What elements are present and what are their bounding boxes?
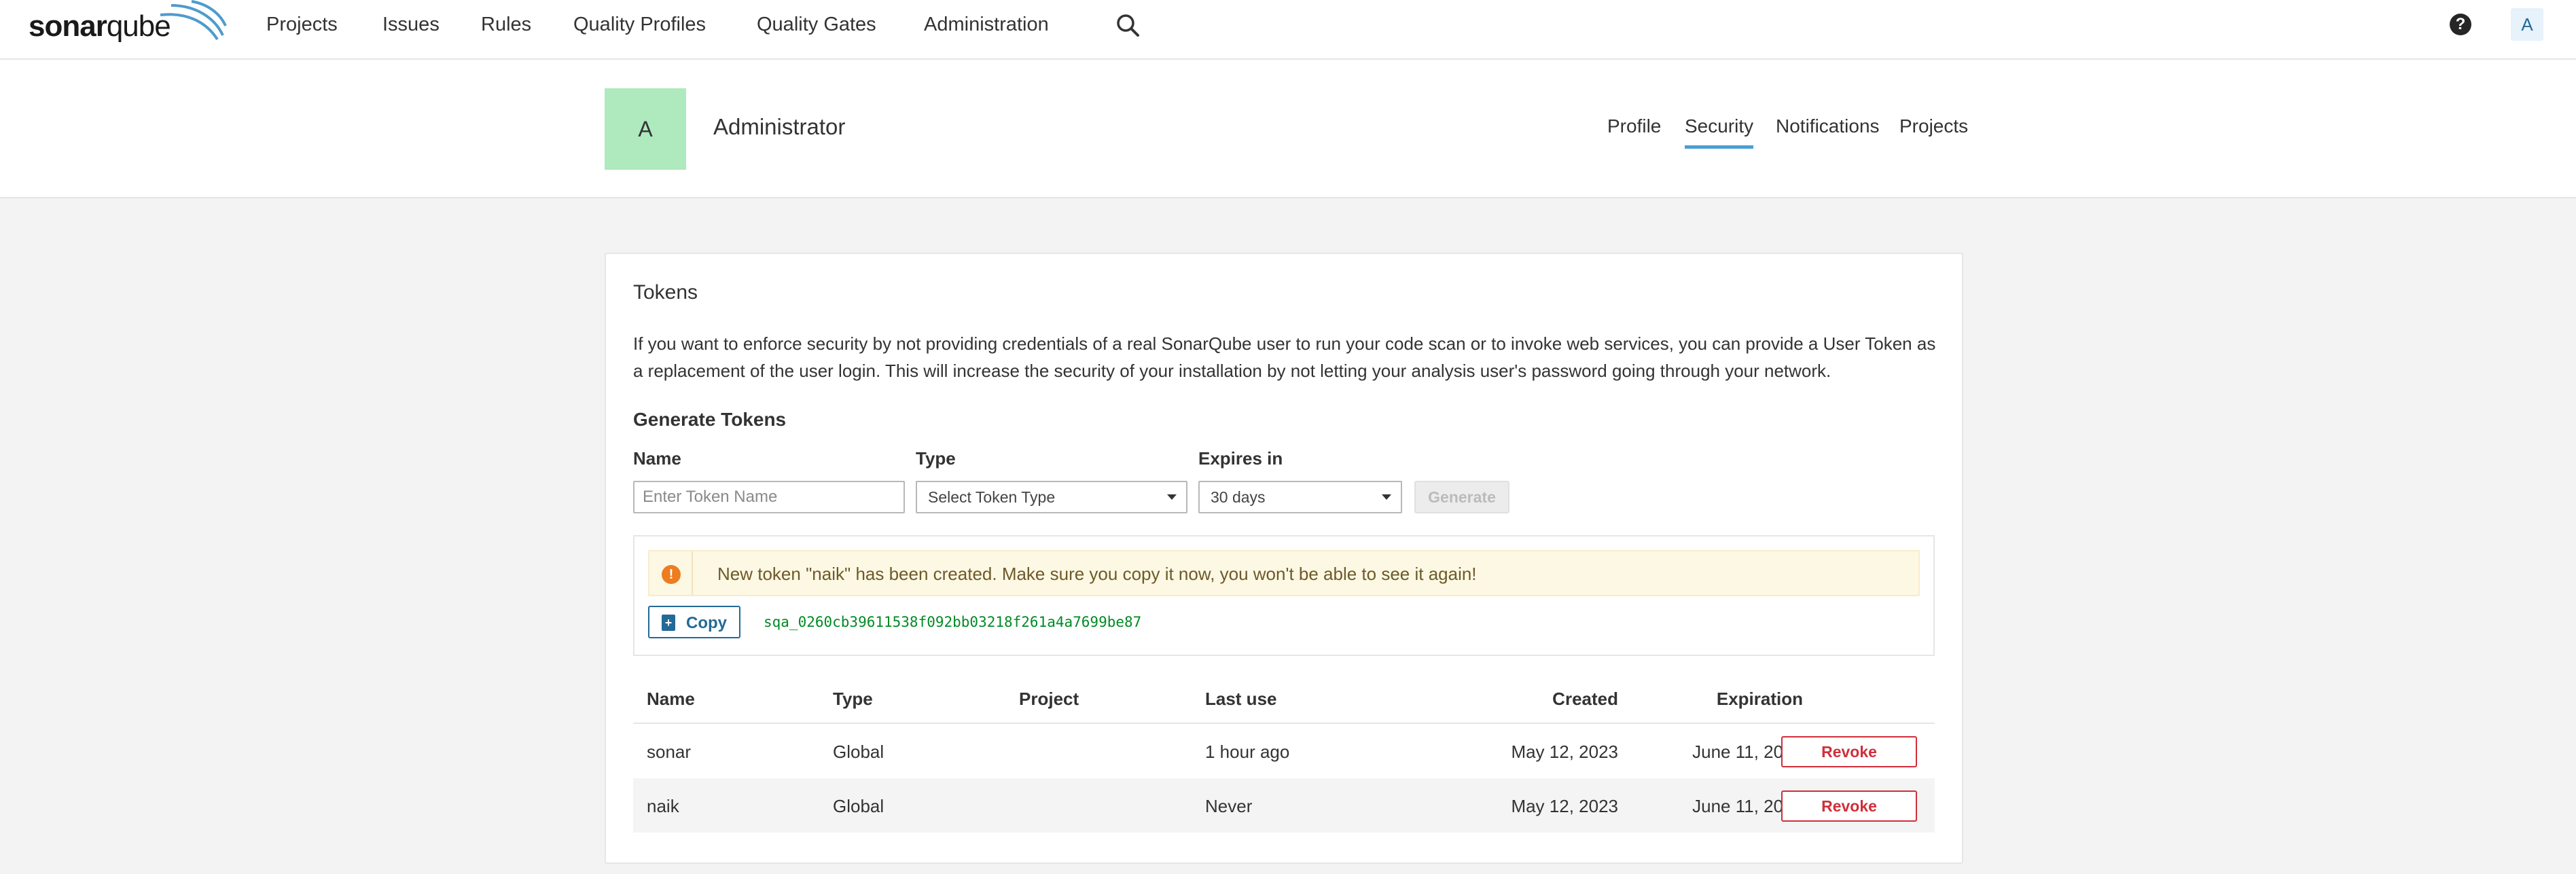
table-row: sonar Global 1 hour ago May 12, 2023 Jun… [633, 724, 1935, 778]
table-row: naik Global Never May 12, 2023 June 11, … [633, 778, 1935, 833]
copy-button[interactable]: + Copy [648, 606, 740, 638]
revoke-button[interactable]: Revoke [1781, 790, 1917, 822]
new-token-box: ! New token "naik" has been created. Mak… [633, 535, 1935, 656]
generate-tokens-title: Generate Tokens [633, 409, 787, 430]
column-header-project: Project [1019, 689, 1079, 709]
nav-projects[interactable]: Projects [266, 11, 338, 38]
tab-projects[interactable]: Projects [1899, 115, 1968, 145]
token-type-value: Select Token Type [928, 488, 1056, 506]
nav-issues[interactable]: Issues [382, 11, 440, 38]
token-expiration-cell: June 11, 2023 [1692, 796, 1803, 816]
column-header-last-use: Last use [1205, 689, 1277, 709]
logo-text-bold: sonar [29, 10, 107, 43]
token-name-cell: sonar [647, 742, 692, 762]
expires-in-select[interactable]: 30 days [1198, 481, 1402, 513]
token-last-use-cell: 1 hour ago [1205, 742, 1290, 762]
search-icon[interactable] [1115, 12, 1142, 39]
nav-quality-gates[interactable]: Quality Gates [757, 11, 876, 38]
generate-button[interactable]: Generate [1414, 481, 1509, 513]
user-avatar-button[interactable]: A [2511, 8, 2543, 41]
sonarqube-logo[interactable]: sonarqube [29, 0, 227, 45]
avatar: A [605, 88, 686, 170]
token-value[interactable]: sqa_0260cb39611538f092bb03218f261a4a7699… [764, 614, 1141, 630]
tokens-intro-text: If you want to enforce security by not p… [633, 333, 1936, 381]
chevron-down-icon [1167, 494, 1177, 500]
tokens-title: Tokens [633, 281, 698, 304]
help-icon[interactable]: ? [2450, 14, 2471, 35]
token-created-cell: May 12, 2023 [1511, 742, 1618, 762]
token-type-cell: Global [833, 742, 884, 762]
top-navigation-bar: sonarqube Projects Issues Rules Quality … [0, 0, 2576, 60]
tab-profile[interactable]: Profile [1607, 115, 1661, 145]
expires-label: Expires in [1198, 448, 1283, 469]
warning-icon: ! [662, 565, 681, 584]
tab-notifications[interactable]: Notifications [1776, 115, 1880, 145]
token-name-cell: naik [647, 796, 679, 816]
column-header-created: Created [1552, 689, 1618, 709]
column-header-name: Name [647, 689, 695, 709]
token-type-select[interactable]: Select Token Type [916, 481, 1187, 513]
token-type-cell: Global [833, 796, 884, 816]
expires-in-value: 30 days [1211, 488, 1266, 506]
token-created-cell: May 12, 2023 [1511, 796, 1618, 816]
new-token-alert: ! New token "naik" has been created. Mak… [648, 550, 1920, 596]
clipboard-icon: + [662, 615, 675, 631]
tab-security[interactable]: Security [1685, 115, 1754, 149]
name-label: Name [633, 448, 681, 469]
column-header-expiration: Expiration [1716, 689, 1803, 709]
copy-button-label: Copy [686, 614, 727, 632]
page-title: Administrator [713, 114, 846, 139]
revoke-button[interactable]: Revoke [1781, 736, 1917, 767]
token-last-use-cell: Never [1205, 796, 1253, 816]
tokens-card: Tokens If you want to enforce security b… [605, 253, 1963, 864]
chevron-down-icon [1382, 494, 1391, 500]
alert-divider [692, 551, 693, 595]
type-label: Type [916, 448, 956, 469]
token-expiration-cell: June 11, 2023 [1692, 742, 1803, 762]
nav-administration[interactable]: Administration [924, 11, 1049, 38]
nav-rules[interactable]: Rules [481, 11, 531, 38]
nav-quality-profiles[interactable]: Quality Profiles [573, 11, 706, 38]
logo-waves-icon [160, 0, 227, 41]
column-header-type: Type [833, 689, 873, 709]
account-header: A Administrator Profile Security Notific… [0, 60, 2576, 198]
token-name-input[interactable] [633, 481, 905, 513]
alert-message: New token "naik" has been created. Make … [717, 564, 1477, 584]
